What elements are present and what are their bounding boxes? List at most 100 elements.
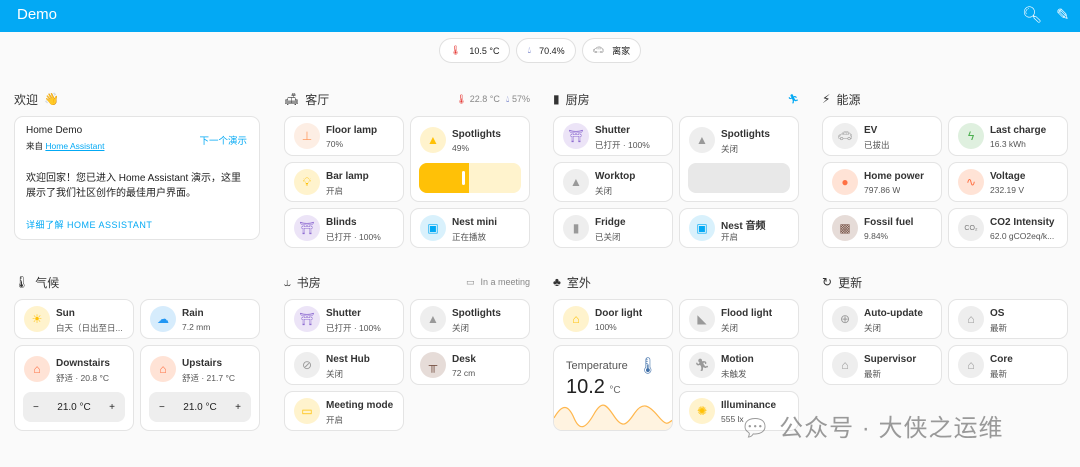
tile-home-power[interactable]: ● Home power 797.86 W: [822, 162, 942, 202]
section-title: 能源: [836, 92, 861, 107]
transmission-tower-icon: ⚡︎: [822, 92, 831, 106]
tile-sun[interactable]: ☀ Sun 白天（日出至日...: [14, 299, 134, 339]
tile-spotlights[interactable]: ▲ Spotlights 关闭: [679, 116, 799, 202]
tile-fossil-fuel[interactable]: ▩ Fossil fuel 9.84%: [822, 208, 942, 248]
tile-state: 关闭: [595, 186, 613, 196]
increase-button[interactable]: +: [109, 402, 115, 413]
tile-worktop[interactable]: ▲ Worktop 关闭: [553, 162, 673, 202]
water-drop-icon: 💧︎: [527, 45, 532, 55]
tile-nest-hub[interactable]: ⊘ Nest Hub 关闭: [284, 345, 404, 385]
tile-name: Supervisor: [864, 354, 917, 365]
tile-last-charge[interactable]: ϟ Last charge 16.3 kWh: [948, 116, 1068, 156]
barrel-icon: ▩: [832, 215, 858, 241]
brightness-slider[interactable]: [688, 163, 790, 193]
learn-more-button[interactable]: 详细了解 HOME ASSISTANT: [26, 218, 152, 231]
tile-state: 白天（日出至日...: [56, 323, 123, 333]
tile-nest-mini[interactable]: ▣ Nest mini 正在播放: [410, 208, 530, 248]
tile-co2-intensity[interactable]: CO₂ CO2 Intensity 62.0 gCO2eq/k...: [948, 208, 1068, 248]
temperature-sensor-card[interactable]: Temperature 🌡︎ 10.2 °C: [553, 345, 673, 431]
tile-name: CO2 Intensity: [990, 217, 1055, 228]
tile-fridge[interactable]: ▮ Fridge 已关闭: [553, 208, 673, 248]
sofa-icon: 🛋︎: [284, 92, 300, 106]
tile-spotlights[interactable]: ▲ Spotlights 49%: [410, 116, 530, 202]
next-demo-button[interactable]: 下一个演示: [199, 133, 247, 147]
motion-icon: 🏃︎: [787, 93, 799, 104]
tile-supervisor[interactable]: ⌂ Supervisor 最新: [822, 345, 942, 385]
badge-car[interactable]: 🚗︎ 离家: [581, 38, 642, 63]
pencil-icon[interactable]: ✎: [1056, 5, 1069, 25]
tile-desk[interactable]: ╥ Desk 72 cm: [410, 345, 530, 385]
tile-spotlights[interactable]: ▲ Spotlights 关闭: [410, 299, 530, 339]
outdoor-lamp-icon: ⌂: [563, 306, 589, 332]
tile-os[interactable]: ⌂ OS 最新: [948, 299, 1068, 339]
tile-name: Downstairs: [56, 358, 110, 369]
lightning-icon: ϟ: [958, 123, 984, 149]
tile-name: Spotlights: [452, 129, 501, 140]
search-icon[interactable]: 🔍︎: [1022, 5, 1042, 25]
section-title: 厨房: [565, 92, 590, 107]
slider-handle[interactable]: [461, 171, 465, 185]
tile-state: 关闭: [452, 323, 470, 333]
section-title: 书房: [296, 275, 321, 290]
tile-upstairs-thermostat[interactable]: ⌂ Upstairs 舒适 · 21.7 °C − 21.0 °C +: [140, 345, 260, 431]
tile-state: 开启: [326, 415, 344, 425]
spotlight-icon: ▲: [420, 306, 446, 332]
tile-name: Shutter: [326, 308, 361, 319]
tile-name: Flood light: [721, 308, 773, 319]
tile-name: Meeting mode: [326, 400, 394, 411]
increase-button[interactable]: +: [235, 402, 241, 413]
tile-rain[interactable]: ☁ Rain 7.2 mm: [140, 299, 260, 339]
tile-floor-lamp[interactable]: ⊥ Floor lamp 70%: [284, 116, 404, 156]
tile-state: 正在播放: [452, 232, 487, 242]
tile-auto-update[interactable]: ⊕ Auto-update 关闭: [822, 299, 942, 339]
spotlight-icon: ▲: [689, 127, 715, 153]
tile-meeting-mode[interactable]: ▭ Meeting mode 开启: [284, 391, 404, 431]
blinds-icon: ⛩︎: [294, 215, 320, 241]
home-assistant-link[interactable]: Home Assistant: [45, 141, 104, 151]
tile-voltage[interactable]: ∿ Voltage 232.19 V: [948, 162, 1068, 202]
tile-state: 最新: [990, 323, 1008, 333]
badge-temperature[interactable]: 🌡︎ 10.5 °C: [438, 38, 511, 63]
tile-state: 已拔出: [864, 140, 890, 150]
welcome-text: 欢迎回家！您已进入 Home Assistant 演示，这里展示了我们社区创作的…: [26, 173, 242, 199]
tile-shutter[interactable]: ⛩︎ Shutter 已打开 · 100%: [553, 116, 673, 156]
target-temperature: 21.0 °C: [183, 401, 217, 413]
thermometer-icon: 🌡︎: [637, 358, 658, 375]
brightness-slider[interactable]: [419, 163, 521, 193]
spotlight-icon: ▲: [563, 169, 589, 195]
tile-name: Spotlights: [452, 308, 501, 319]
tile-blinds[interactable]: ⛩︎ Blinds 已打开 · 100%: [284, 208, 404, 248]
slider-fill: [419, 163, 469, 193]
tile-state: 未触发: [721, 369, 747, 379]
watermark: 💬︎ 公众号 · 大侠之运维: [740, 408, 1003, 443]
section-title: 欢迎: [14, 92, 39, 107]
tile-shutter[interactable]: ⛩︎ Shutter 已打开 · 100%: [284, 299, 404, 339]
decrease-button[interactable]: −: [159, 402, 165, 413]
tile-ev[interactable]: 🚗︎ EV 已拔出: [822, 116, 942, 156]
co2-icon: CO₂: [958, 215, 984, 241]
tile-core[interactable]: ⌂ Core 最新: [948, 345, 1068, 385]
tile-downstairs-thermostat[interactable]: ⌂ Downstairs 舒适 · 20.8 °C − 21.0 °C +: [14, 345, 134, 431]
tile-name: Upstairs: [182, 358, 223, 369]
section-title: 气候: [35, 275, 60, 290]
tile-motion[interactable]: 🏃︎ Motion 未触发: [679, 345, 799, 385]
tile-door-light[interactable]: ⌂ Door light 100%: [553, 299, 673, 339]
tile-state: 72 cm: [452, 368, 476, 378]
tile-nest-audio[interactable]: ▣ Nest 音频 开启: [679, 208, 799, 248]
card-title: Home Demo: [26, 125, 83, 136]
badge-humidity[interactable]: 💧︎ 70.4%: [516, 38, 576, 63]
section-kitchen: ▮ 厨房 🏃︎ ⛩︎ Shutter 已打开 · 100% ▲ Spotlights 关闭 …: [553, 90, 799, 248]
room-temperature: 22.8 °C: [469, 93, 500, 104]
tile-name: Voltage: [990, 171, 1026, 182]
presentation-icon: ▭: [294, 398, 320, 424]
tile-bar-lamp[interactable]: 💡︎ Bar lamp 开启: [284, 162, 404, 202]
rain-cloud-icon: ☁: [150, 306, 176, 332]
tile-state: 70%: [326, 139, 344, 149]
decrease-button[interactable]: −: [33, 402, 39, 413]
tile-name: Core: [990, 354, 1013, 365]
speaker-icon: ▣: [689, 215, 715, 241]
tile-name: Spotlights: [721, 129, 770, 140]
tile-name: Nest 音频: [721, 221, 766, 232]
tile-flood-light[interactable]: ◣ Flood light 关闭: [679, 299, 799, 339]
fridge-icon: ▮: [553, 92, 560, 106]
